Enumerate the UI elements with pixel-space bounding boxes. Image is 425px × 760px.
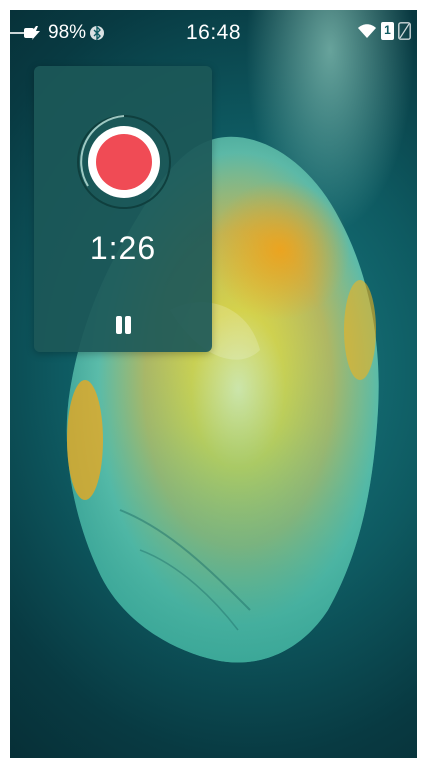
elapsed-time: 1:26: [89, 230, 157, 266]
sim-card-empty-icon: [398, 22, 411, 40]
record-button[interactable]: [76, 114, 172, 210]
status-right: 1: [357, 22, 411, 40]
phone-screen: 98% 16:48 1 1:26: [10, 10, 417, 758]
status-bar: 98% 16:48 1: [10, 10, 417, 54]
record-icon: [96, 134, 152, 190]
wifi-icon: [358, 24, 376, 38]
sim-card-icon: 1: [381, 22, 394, 40]
sim-slot-number: 1: [384, 23, 391, 37]
recorder-widget[interactable]: 1:26: [34, 66, 212, 352]
pause-icon[interactable]: [113, 316, 133, 338]
status-time: 16:48: [185, 21, 242, 44]
